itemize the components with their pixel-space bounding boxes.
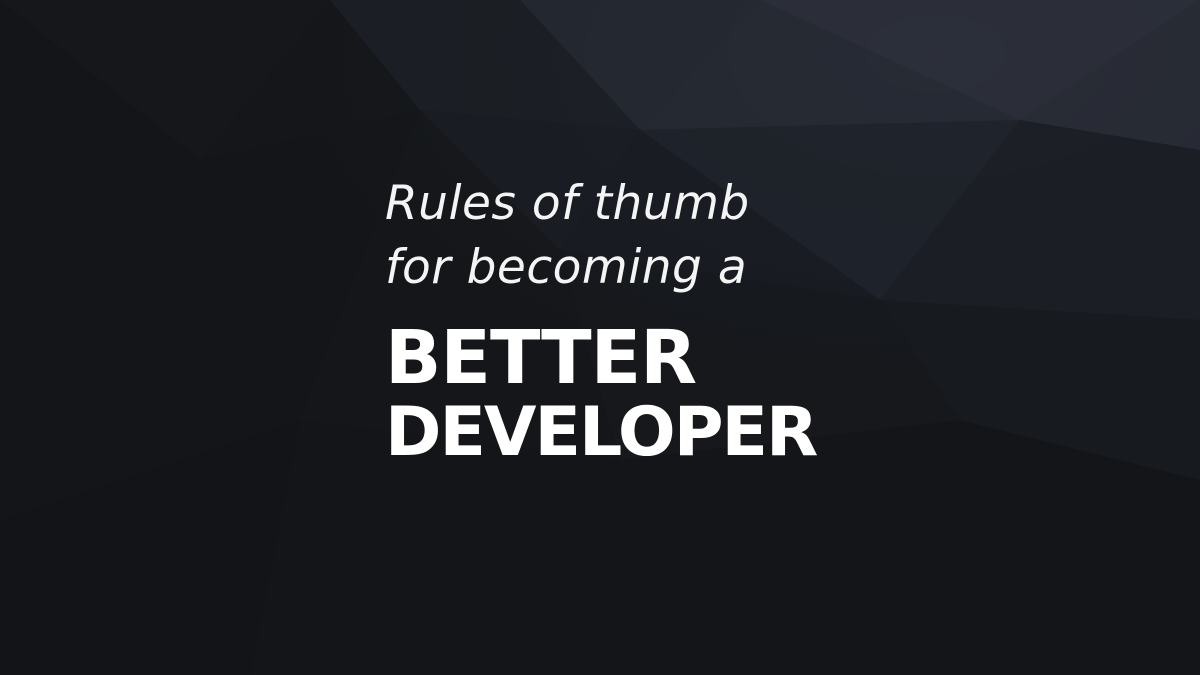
headline-line-1: Rules of thumb: [385, 176, 750, 231]
headline: Rules of thumb for becoming a BETTER DEV…: [385, 172, 825, 468]
banner-canvas: Rules of thumb for becoming a BETTER DEV…: [0, 0, 1200, 675]
headline-line-2: for becoming a: [385, 240, 748, 295]
headline-line-4: DEVELOPER: [385, 393, 818, 472]
headline-line-3: BETTER: [385, 315, 697, 401]
